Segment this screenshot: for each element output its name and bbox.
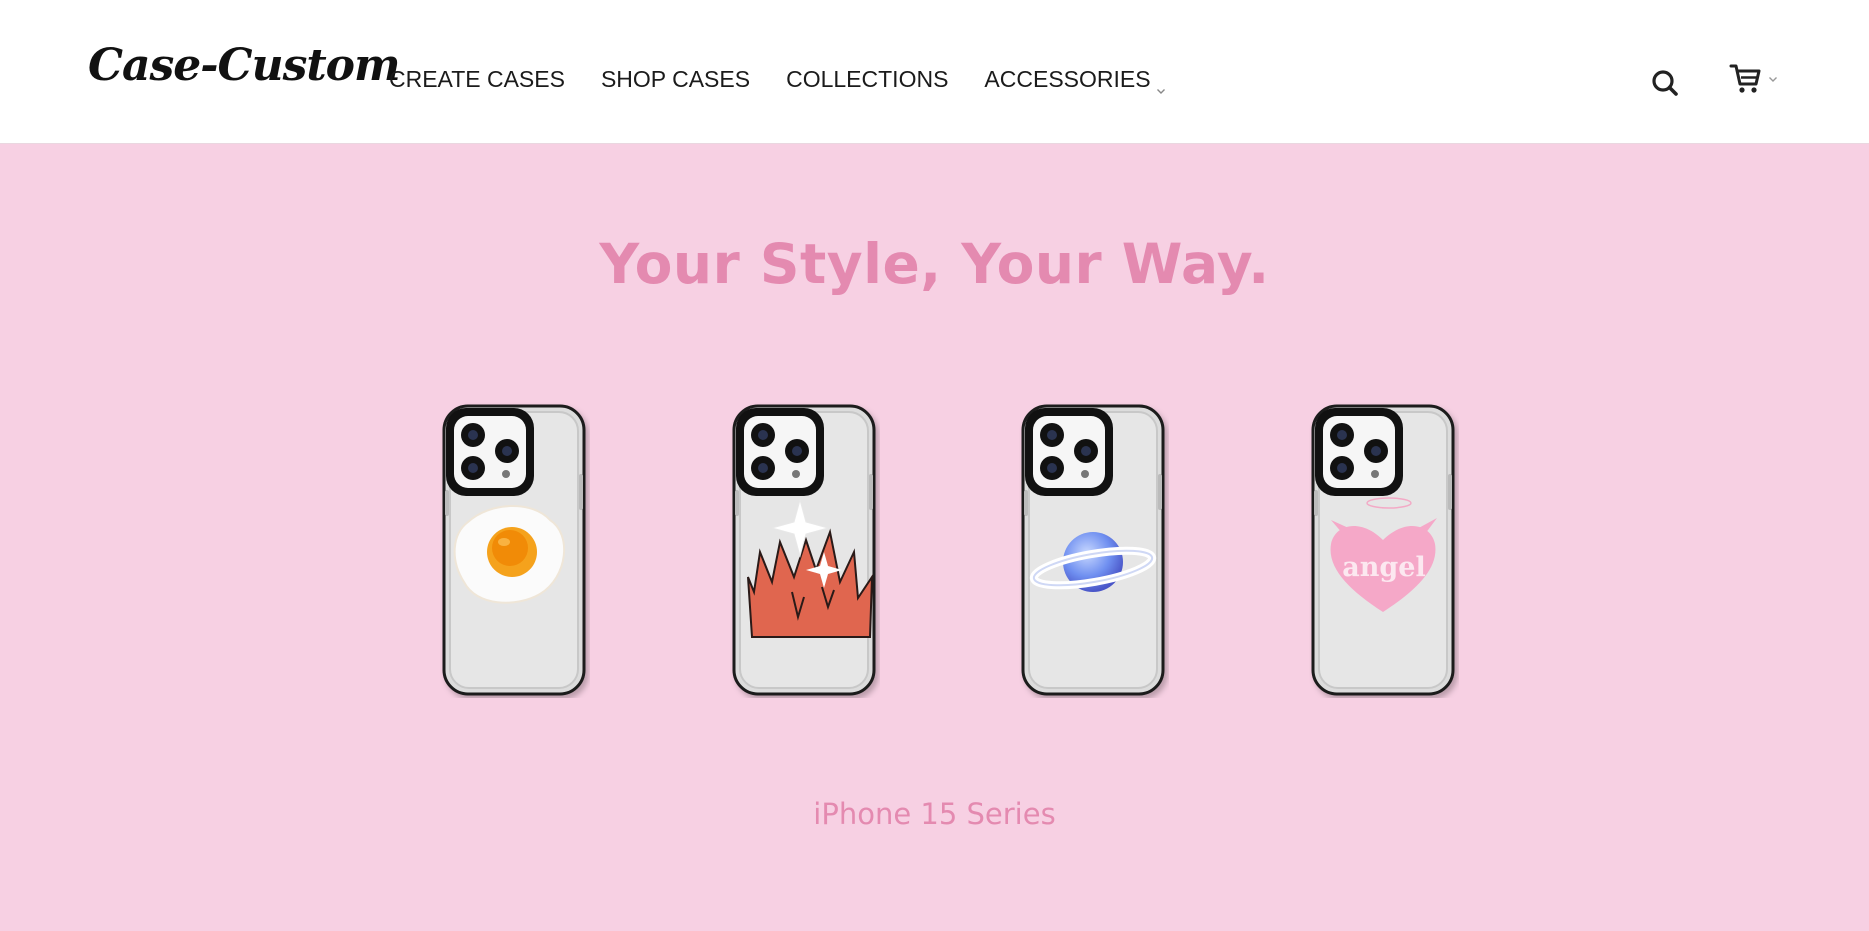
- cart-icon: [1728, 60, 1764, 101]
- nav-collections[interactable]: COLLECTIONS: [786, 66, 948, 93]
- nav-accessories-label: ACCESSORIES: [984, 66, 1151, 92]
- chevron-down-icon: [1156, 75, 1166, 94]
- phone-case-flames[interactable]: [730, 402, 880, 698]
- series-label: iPhone 15 Series: [813, 797, 1056, 831]
- phone-case-planet[interactable]: [1019, 402, 1169, 698]
- nav-shop-cases[interactable]: SHOP CASES: [601, 66, 750, 93]
- cart-button[interactable]: [1728, 62, 1788, 98]
- nav-collections-label: COLLECTIONS: [786, 66, 949, 92]
- main-nav: CREATE CASES SHOP CASES COLLECTIONS ACCE…: [389, 66, 1202, 94]
- nav-create-cases-label: CREATE CASES: [389, 66, 565, 92]
- logo[interactable]: Case-Custom: [88, 44, 401, 88]
- phone-case-angel[interactable]: angel: [1309, 402, 1459, 698]
- case-showcase: angel: [0, 402, 1869, 702]
- nav-accessories[interactable]: ACCESSORIES: [984, 66, 1166, 94]
- search-icon: [1648, 70, 1682, 104]
- nav-create-cases[interactable]: CREATE CASES: [389, 66, 565, 93]
- search-button[interactable]: [1648, 66, 1682, 100]
- nav-shop-cases-label: SHOP CASES: [600, 66, 751, 92]
- angel-sticker-text: angel: [1342, 552, 1426, 583]
- phone-case-egg[interactable]: [440, 402, 590, 698]
- site-header: Case-Custom CREATE CASES SHOP CASES COLL…: [0, 0, 1869, 144]
- chevron-down-icon: [1768, 71, 1778, 89]
- hero-title: Your Style, Your Way.: [599, 232, 1270, 296]
